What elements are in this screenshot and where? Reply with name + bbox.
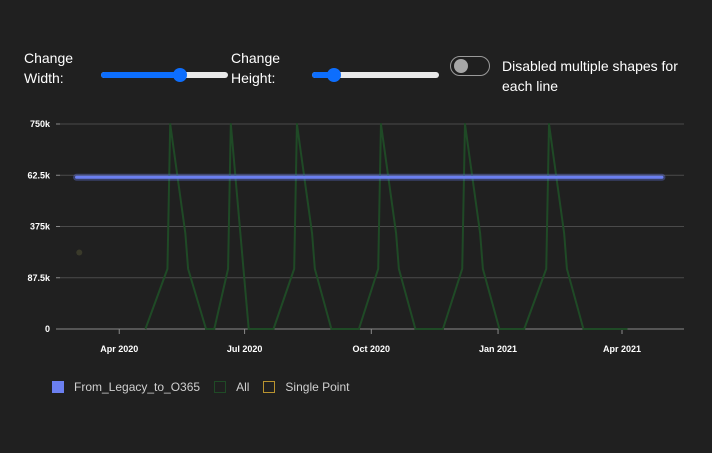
- x-tick-label: Oct 2020: [353, 344, 391, 354]
- y-axis-ticks: 0 87.5k 375k 62.5k 750k: [27, 119, 60, 334]
- legend-item[interactable]: All: [214, 380, 249, 394]
- x-tick-label: Apr 2020: [100, 344, 138, 354]
- legend: From_Legacy_to_O365 All Single Point: [52, 380, 363, 394]
- legend-label: All: [236, 380, 250, 394]
- grid: [60, 123, 684, 330]
- series-point-single-point: [76, 249, 83, 256]
- legend-label: Single Point: [285, 380, 350, 394]
- x-tick-label: Jul 2020: [227, 344, 263, 354]
- x-tick-label: Jan 2021: [479, 344, 517, 354]
- x-axis-ticks: Apr 2020 Jul 2020 Oct 2020 Jan 2021 Apr 2021: [100, 329, 641, 354]
- y-tick-label: 62.5k: [27, 170, 51, 180]
- y-tick-label: 375k: [30, 222, 51, 232]
- legend-swatch: [52, 381, 64, 393]
- legend-swatch: [263, 381, 276, 393]
- legend-item[interactable]: Single Point: [263, 380, 349, 394]
- legend-item[interactable]: From_Legacy_to_O365: [52, 380, 200, 394]
- y-tick-label: 0: [45, 324, 50, 334]
- x-tick-label: Apr 2021: [603, 344, 641, 354]
- legend-label: From_Legacy_to_O365: [74, 380, 201, 394]
- y-tick-label: 750k: [30, 119, 51, 129]
- y-tick-label: 87.5k: [27, 273, 51, 283]
- legend-swatch: [214, 381, 227, 393]
- line-chart: 0 87.5k 375k 62.5k 750k Apr 2020 Jul 2020 Oct …: [27, 119, 684, 354]
